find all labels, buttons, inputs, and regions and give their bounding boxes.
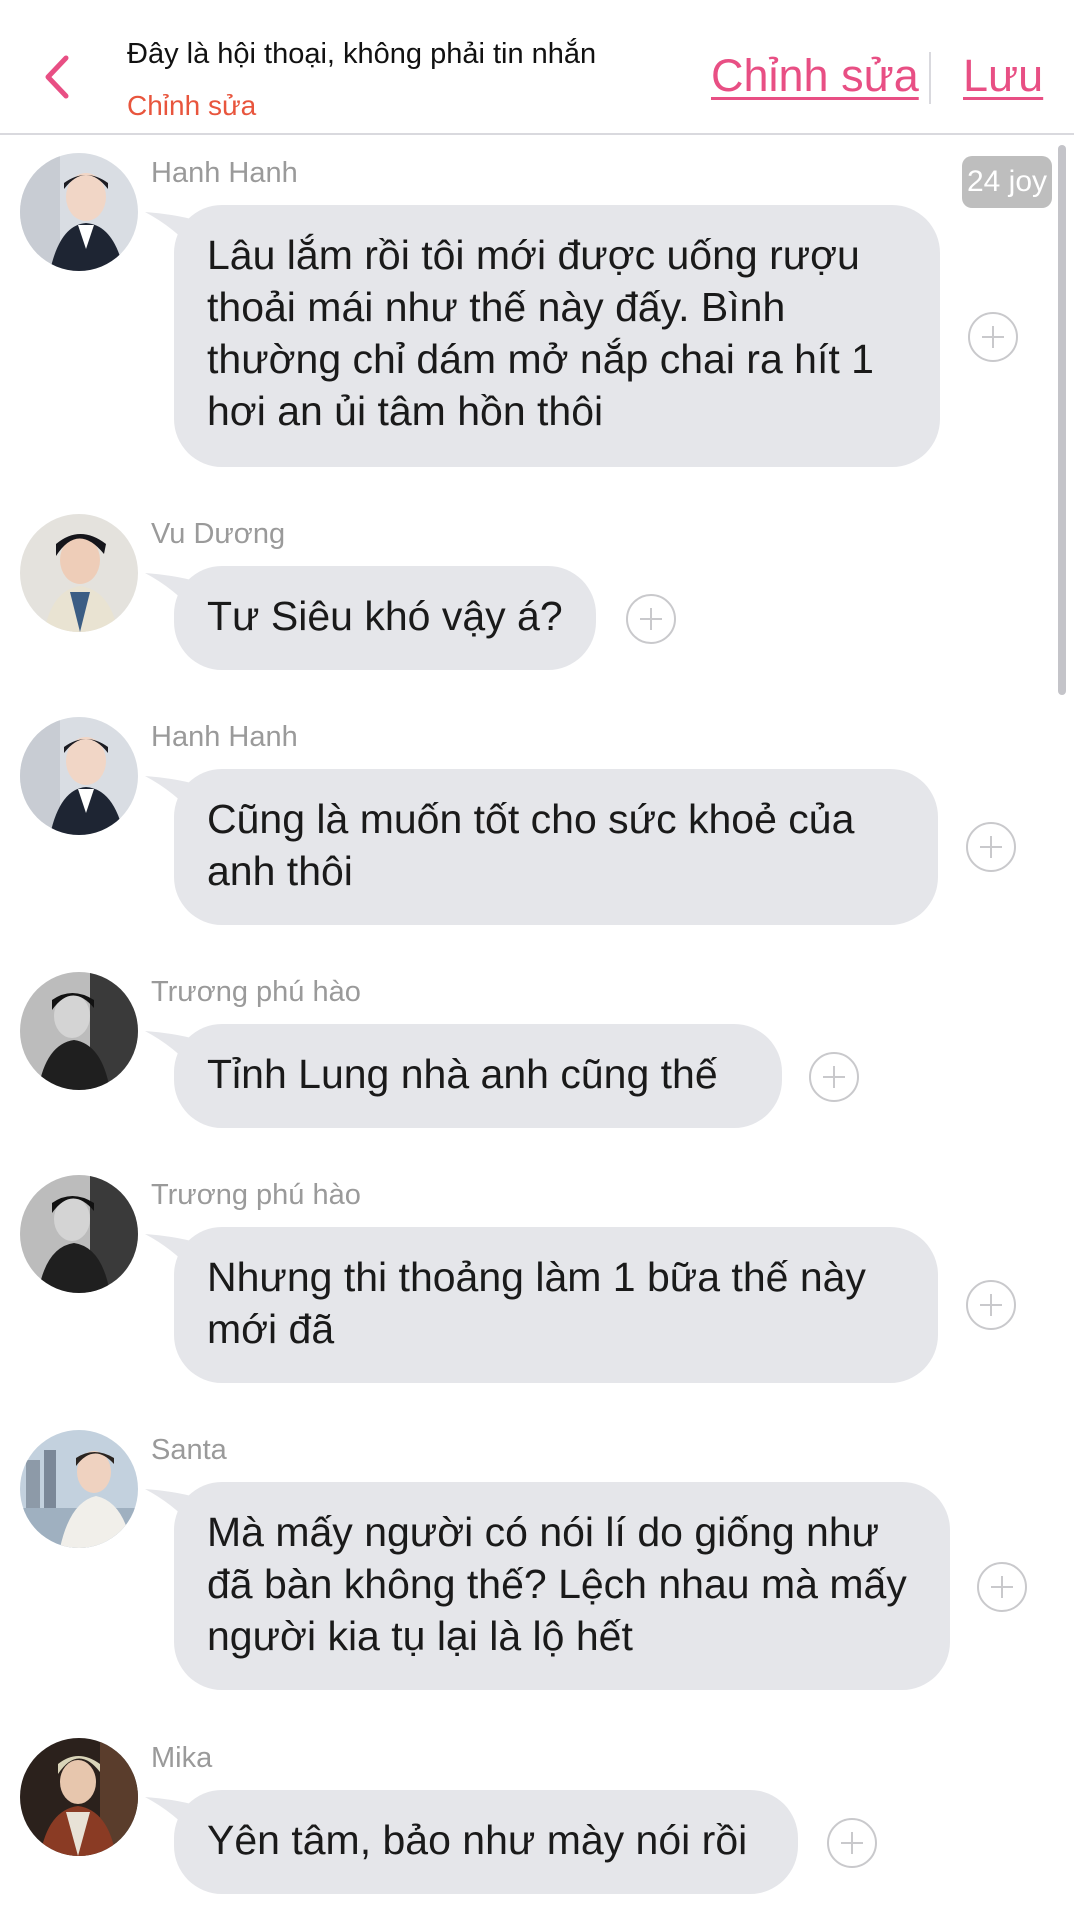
avatar-mika[interactable]	[20, 1738, 138, 1856]
avatar-image	[20, 717, 138, 835]
add-reaction-button[interactable]	[626, 594, 676, 644]
top-bar: Đây là hội thoại, không phải tin nhắn Ch…	[0, 0, 1074, 135]
joy-badge: 24 joy	[962, 156, 1052, 208]
sender-name: Hanh Hanh	[151, 157, 298, 189]
add-reaction-button[interactable]	[827, 1818, 877, 1868]
add-reaction-button[interactable]	[968, 312, 1018, 362]
avatar-truong-phu-hao[interactable]	[20, 1175, 138, 1293]
message-bubble[interactable]: Nhưng thi thoảng làm 1 bữa thế này mới đ…	[174, 1227, 938, 1383]
message-bubble[interactable]: Lâu lắm rồi tôi mới được uống rượu thoải…	[174, 205, 940, 467]
sender-name: Hanh Hanh	[151, 721, 298, 753]
save-button[interactable]: Lưu	[963, 50, 1043, 102]
avatar-image	[20, 1738, 138, 1856]
avatar-vu-duong[interactable]	[20, 514, 138, 632]
message-bubble[interactable]: Tỉnh Lung nhà anh cũng thế	[174, 1024, 782, 1128]
back-button[interactable]	[38, 50, 78, 104]
add-reaction-button[interactable]	[977, 1562, 1027, 1612]
message-bubble[interactable]: Cũng là muốn tốt cho sức khoẻ của anh th…	[174, 769, 938, 925]
sender-name: Santa	[151, 1434, 227, 1466]
avatar-hanh-hanh[interactable]	[20, 717, 138, 835]
message-bubble[interactable]: Yên tâm, bảo như mày nói rồi	[174, 1790, 798, 1894]
chevron-left-icon	[45, 55, 69, 99]
edit-button[interactable]: Chỉnh sửa	[711, 50, 919, 102]
message-bubble[interactable]: Tư Siêu khó vậy á?	[174, 566, 596, 670]
avatar-santa[interactable]	[20, 1430, 138, 1548]
avatar-image	[20, 972, 138, 1090]
avatar-image	[20, 153, 138, 271]
sender-name: Vu Dương	[151, 518, 286, 550]
scrollbar[interactable]	[1058, 145, 1066, 695]
add-reaction-button[interactable]	[809, 1052, 859, 1102]
avatar-image	[20, 1430, 138, 1548]
sender-name: Trương phú hào	[151, 976, 361, 1008]
conversation-subtitle[interactable]: Chỉnh sửa	[127, 90, 256, 122]
conversation-title: Đây là hội thoại, không phải tin nhắn	[127, 38, 597, 70]
sender-name: Trương phú hào	[151, 1179, 361, 1211]
avatar-image	[20, 1175, 138, 1293]
message-bubble[interactable]: Mà mấy người có nói lí do giống như đã b…	[174, 1482, 950, 1690]
header-divider	[929, 52, 931, 104]
sender-name: Mika	[151, 1742, 213, 1774]
avatar-image	[20, 514, 138, 632]
avatar-hanh-hanh[interactable]	[20, 153, 138, 271]
add-reaction-button[interactable]	[966, 1280, 1016, 1330]
avatar-truong-phu-hao[interactable]	[20, 972, 138, 1090]
add-reaction-button[interactable]	[966, 822, 1016, 872]
